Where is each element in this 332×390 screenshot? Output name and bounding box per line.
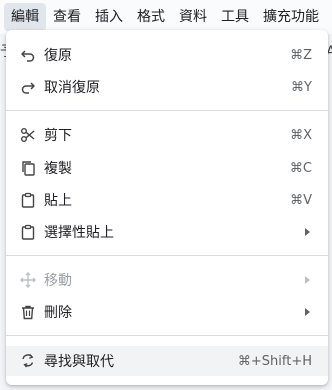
menu-item-delete[interactable]: 刪除 bbox=[6, 297, 328, 327]
menu-bar: 編輯 查看 插入 格式 資料 工具 擴充功能 bbox=[0, 0, 332, 34]
menu-insert[interactable]: 插入 bbox=[88, 3, 130, 31]
clipboard-icon bbox=[18, 190, 38, 210]
cut-shortcut: ⌘X bbox=[290, 127, 312, 143]
menu-item-undo[interactable]: 復原 ⌘Z bbox=[6, 40, 328, 70]
undo-shortcut: ⌘Z bbox=[290, 47, 312, 63]
menu-divider bbox=[6, 335, 328, 336]
move-label: 移動 bbox=[44, 273, 72, 289]
trash-icon bbox=[18, 302, 38, 322]
copy-label: 複製 bbox=[44, 161, 72, 177]
menu-edit[interactable]: 編輯 bbox=[4, 3, 46, 31]
menu-item-redo[interactable]: 取消復原 ⌘Y bbox=[6, 72, 328, 102]
redo-icon bbox=[18, 77, 38, 97]
menu-item-cut[interactable]: 剪下 ⌘X bbox=[6, 120, 328, 150]
menu-divider bbox=[6, 255, 328, 256]
paste-label: 貼上 bbox=[44, 193, 72, 209]
copy-shortcut: ⌘C bbox=[289, 160, 312, 176]
menu-item-paste-special[interactable]: 選擇性貼上 bbox=[6, 217, 328, 247]
move-icon bbox=[18, 270, 38, 290]
menu-view[interactable]: 查看 bbox=[46, 3, 88, 31]
find-replace-label: 尋找與取代 bbox=[44, 354, 114, 370]
redo-shortcut: ⌘Y bbox=[291, 79, 312, 95]
menu-item-paste[interactable]: 貼上 ⌘V bbox=[6, 185, 328, 215]
cut-label: 剪下 bbox=[44, 128, 72, 144]
scissors-icon bbox=[18, 125, 38, 145]
copy-icon bbox=[18, 158, 38, 178]
delete-label: 刪除 bbox=[44, 305, 72, 321]
clipboard-icon bbox=[18, 222, 38, 242]
submenu-arrow-icon bbox=[305, 308, 310, 316]
menu-item-move: 移動 bbox=[6, 265, 328, 295]
menu-item-copy[interactable]: 複製 ⌘C bbox=[6, 153, 328, 183]
find-replace-shortcut: ⌘+Shift+H bbox=[237, 353, 312, 369]
menu-extensions[interactable]: 擴充功能 bbox=[256, 3, 326, 31]
menu-divider bbox=[6, 110, 328, 111]
submenu-arrow-icon bbox=[305, 276, 310, 284]
paste-special-label: 選擇性貼上 bbox=[44, 225, 114, 241]
undo-label: 復原 bbox=[44, 48, 72, 64]
undo-icon bbox=[18, 45, 38, 65]
menu-data[interactable]: 資料 bbox=[172, 3, 214, 31]
redo-label: 取消復原 bbox=[44, 80, 100, 96]
submenu-arrow-icon bbox=[305, 228, 310, 236]
menu-format[interactable]: 格式 bbox=[130, 3, 172, 31]
menu-tools[interactable]: 工具 bbox=[214, 3, 256, 31]
paste-shortcut: ⌘V bbox=[290, 192, 312, 208]
find-replace-icon bbox=[18, 351, 38, 371]
edit-dropdown-menu: 復原 ⌘Z 取消復原 ⌘Y 剪下 ⌘X 複製 ⌘C 貼上 ⌘V 選擇性貼上 移動… bbox=[6, 30, 328, 385]
menu-item-find-replace[interactable]: 尋找與取代 ⌘+Shift+H bbox=[6, 346, 328, 376]
